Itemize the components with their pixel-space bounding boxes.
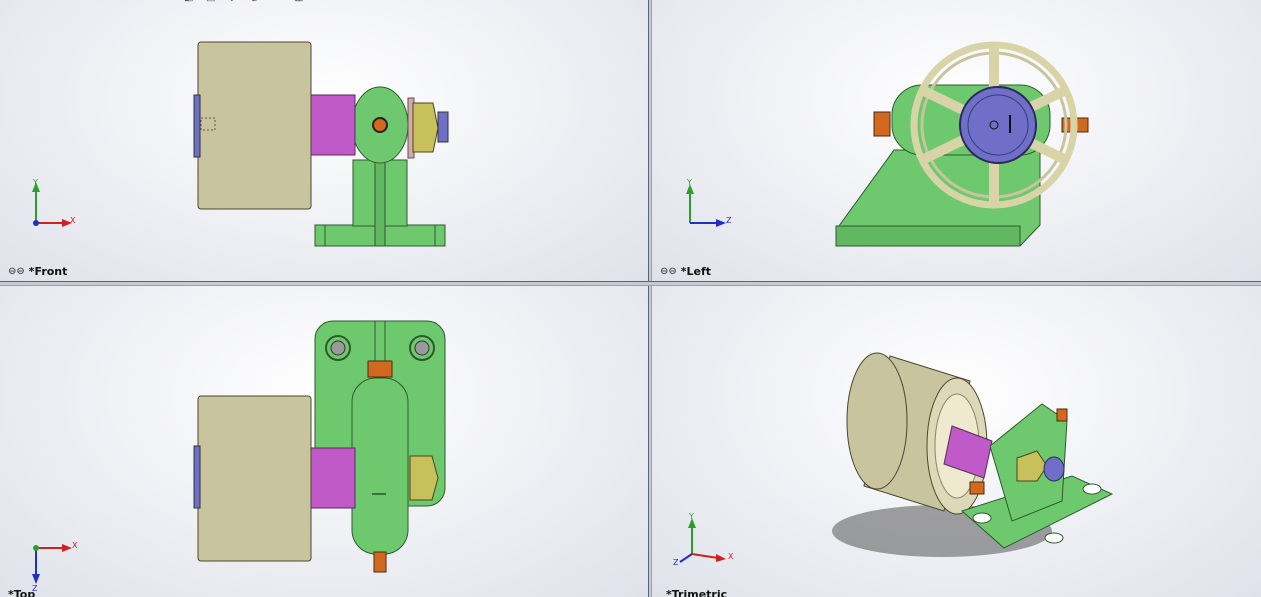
- axis-label-x: X: [72, 541, 78, 550]
- link-icon: ⊖⊖: [660, 266, 677, 277]
- view-label-trimetric[interactable]: *Trimetric: [666, 588, 727, 597]
- axis-triad-top: X Z: [28, 536, 88, 596]
- link-icon: ⊖⊖: [8, 266, 25, 277]
- axis-triad-trimetric: Y X Z: [672, 512, 752, 574]
- front-model[interactable]: [0, 0, 648, 281]
- axis-label-x: X: [70, 216, 76, 225]
- top-model[interactable]: [0, 286, 648, 597]
- viewport-splitter-vertical[interactable]: [648, 0, 652, 597]
- axis-label-y: Y: [687, 178, 692, 187]
- view-label-front[interactable]: ⊖⊖ *Front: [8, 265, 67, 278]
- axis-label-z: Z: [673, 558, 679, 567]
- left-model[interactable]: [652, 0, 1261, 281]
- viewport-trimetric[interactable]: Y X Z *Trimetric: [652, 286, 1261, 597]
- axis-label-y: Y: [689, 512, 694, 521]
- view-label-top[interactable]: *Top: [8, 588, 35, 597]
- viewport-top[interactable]: X Z *Top: [0, 286, 648, 597]
- axis-triad-left: Y Z: [680, 178, 740, 233]
- viewport-left[interactable]: Y Z ⊖⊖ *Left: [652, 0, 1261, 281]
- viewport-splitter-horizontal[interactable]: [0, 281, 1261, 286]
- axis-label-x: X: [728, 552, 734, 561]
- axis-label-z: Z: [726, 216, 732, 225]
- viewport-front[interactable]: ↻ ⌕ ◧ ▣ ◆ ◐ ✎ ▦ ⊤: [0, 0, 648, 281]
- axis-triad-front: Y X: [28, 178, 88, 233]
- view-label-left[interactable]: ⊖⊖ *Left: [660, 265, 711, 278]
- axis-label-y: Y: [33, 178, 38, 187]
